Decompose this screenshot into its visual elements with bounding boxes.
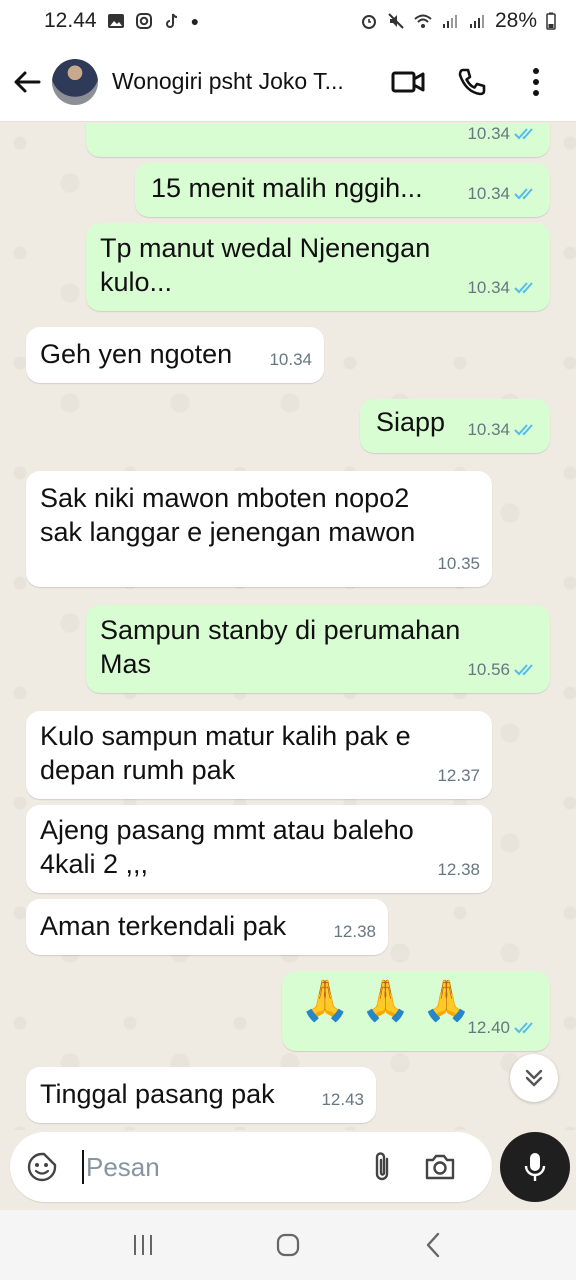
double-chevron-down-icon (525, 1069, 543, 1087)
alarm-icon (361, 15, 376, 29)
message-text-line: Sampun stanby di perumahan (100, 615, 461, 645)
message-incoming[interactable]: Aman terkendali pak 12.38 (26, 899, 388, 955)
recent-apps-icon (133, 1235, 152, 1255)
voice-call-button[interactable] (454, 64, 490, 100)
message-outgoing[interactable]: Sampun stanby di perumahan Mas 10.56 (86, 605, 550, 693)
camera-icon (425, 1154, 455, 1180)
chevron-left-icon (427, 1232, 440, 1258)
camera-button[interactable] (420, 1147, 460, 1187)
message-text-line: Ajeng pasang mmt atau baleho (40, 815, 414, 845)
message-text-line: Kulo sampun matur kalih pak e (40, 721, 411, 751)
back-nav-button[interactable] (413, 1225, 453, 1265)
message-outgoing[interactable]: 15 menit malih nggih... 10.34 (135, 163, 550, 217)
message-time: 10.34 (467, 124, 510, 143)
battery-percent: 28% (494, 9, 537, 32)
message-text-line: Tp manut wedal Njenengan (100, 233, 431, 263)
message-incoming[interactable]: Geh yen ngoten 10.34 (26, 327, 324, 383)
message-time: 10.34 (467, 184, 510, 203)
status-time: 12.44 (44, 9, 97, 32)
back-arrow-icon (14, 71, 41, 92)
message-text-line: Mas (100, 649, 152, 679)
message-outgoing[interactable]: 10.34 (86, 123, 550, 157)
message-time: 10.34 (467, 278, 510, 297)
sticker-smiley-icon (27, 1152, 57, 1182)
message-time: 12.40 (467, 1018, 510, 1037)
message-time: 12.37 (437, 766, 480, 785)
message-composer (10, 1132, 492, 1202)
read-double-tick-icon (514, 424, 533, 436)
message-text-line: 4kali 2 ,,, (40, 849, 149, 879)
message-outgoing[interactable]: Siapp 10.34 (360, 399, 550, 453)
wifi-icon (414, 14, 432, 28)
back-button[interactable] (4, 59, 50, 105)
message-text: Siapp (376, 407, 446, 437)
recent-apps-button[interactable] (123, 1225, 163, 1265)
mute-icon (388, 13, 404, 29)
home-button[interactable] (268, 1225, 308, 1265)
message-text-line: sak langgar e jenengan mawon (40, 517, 416, 547)
message-time: 10.34 (467, 420, 510, 439)
attach-button[interactable] (362, 1147, 402, 1187)
read-double-tick-icon (514, 1022, 533, 1034)
more-vertical-icon (533, 67, 539, 96)
phone-icon (458, 68, 486, 95)
message-outgoing[interactable]: Tp manut wedal Njenengan kulo... 10.34 (86, 223, 550, 311)
message-time: 12.38 (333, 922, 376, 941)
message-time: 10.35 (437, 554, 480, 573)
more-options-button[interactable] (518, 64, 554, 100)
message-incoming[interactable]: Tinggal pasang pak 12.43 (26, 1067, 376, 1123)
video-call-button[interactable] (390, 64, 426, 100)
message-text-line: depan rumh pak (40, 755, 236, 785)
signal-1-icon (442, 15, 457, 28)
microphone-icon (524, 1153, 546, 1181)
message-time: 10.56 (467, 660, 510, 679)
message-incoming[interactable]: Ajeng pasang mmt atau baleho 4kali 2 ,,,… (26, 805, 492, 893)
battery-icon (546, 12, 556, 30)
message-outgoing[interactable]: 🙏 🙏 🙏 12.40 (282, 971, 550, 1051)
system-nav-bar (0, 1210, 576, 1280)
sticker-button[interactable] (22, 1147, 62, 1187)
message-input[interactable] (82, 1150, 352, 1184)
voice-message-button[interactable] (500, 1132, 570, 1202)
message-text: Aman terkendali pak (40, 911, 287, 941)
message-incoming[interactable]: Sak niki mawon mboten nopo2 sak langgar … (26, 471, 492, 587)
more-notifications-dot-icon: ● (190, 13, 200, 29)
message-emoji: 🙏 🙏 🙏 (300, 979, 472, 1023)
home-icon (276, 1233, 300, 1257)
instagram-notification-icon (135, 13, 152, 29)
message-text: Geh yen ngoten (40, 339, 233, 369)
status-bar: 12.44 ● 28% (0, 0, 576, 42)
message-text-line: Sak niki mawon mboten nopo2 (40, 483, 410, 513)
contact-avatar[interactable] (52, 58, 98, 105)
read-double-tick-icon (514, 664, 533, 676)
message-time: 12.43 (321, 1090, 364, 1109)
scroll-to-bottom-button[interactable] (510, 1054, 558, 1102)
video-camera-icon (391, 71, 425, 92)
read-double-tick-icon (514, 128, 533, 140)
message-text-line: kulo... (100, 267, 173, 297)
contact-name[interactable]: Wonogiri psht Joko T... (112, 68, 376, 95)
paperclip-icon (375, 1152, 389, 1181)
message-text: 15 menit malih nggih... (151, 173, 423, 203)
signal-2-icon (469, 15, 484, 28)
composer-bar (0, 1130, 576, 1210)
read-double-tick-icon (514, 188, 533, 200)
message-time: 12.38 (437, 860, 480, 879)
message-text: Tinggal pasang pak (40, 1079, 275, 1109)
message-incoming[interactable]: Kulo sampun matur kalih pak e depan rumh… (26, 711, 492, 799)
tiktok-notification-icon (165, 13, 177, 28)
gallery-notification-icon (107, 14, 124, 28)
read-double-tick-icon (514, 282, 533, 294)
chat-header: Wonogiri psht Joko T... (0, 42, 576, 122)
message-list[interactable]: 10.34 15 menit malih nggih... 10.34 Tp m… (0, 123, 576, 1130)
message-time: 10.34 (269, 350, 312, 369)
